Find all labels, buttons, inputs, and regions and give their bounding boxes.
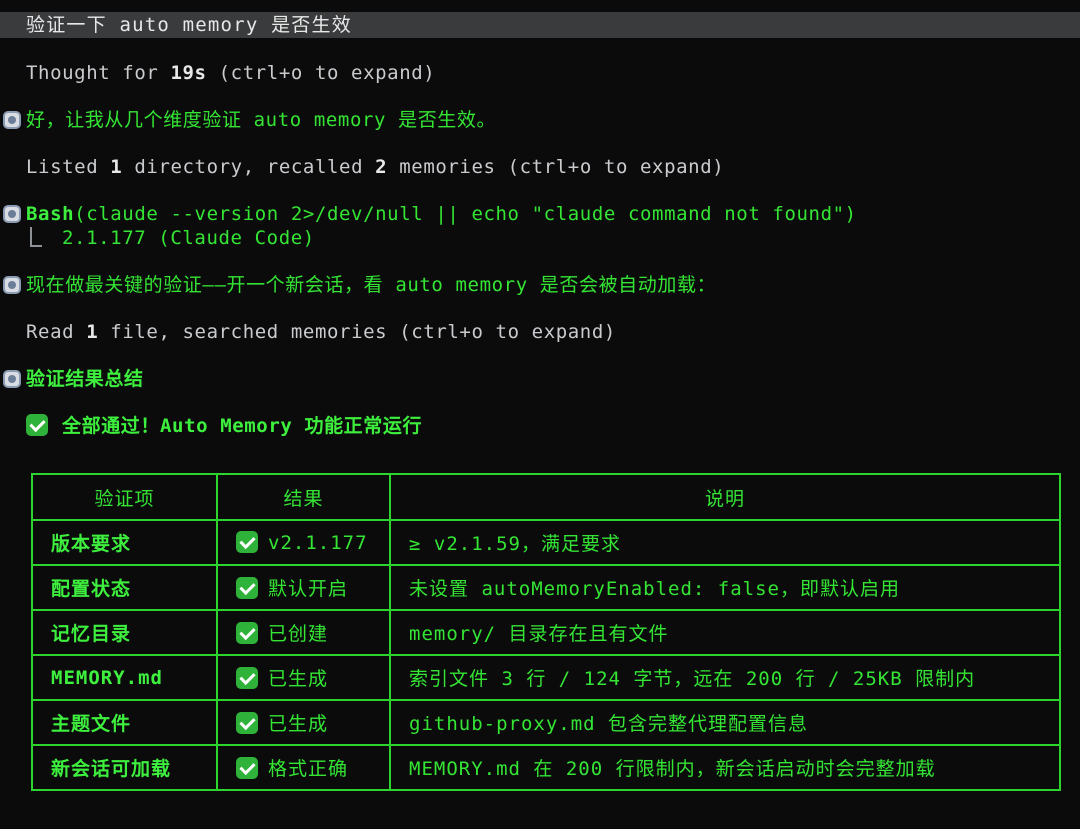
row-item: 新会话可加载 <box>31 744 218 791</box>
listed-text-1: Listed <box>26 156 111 178</box>
message-bullet-icon <box>3 111 21 129</box>
header-item: 验证项 <box>31 473 218 521</box>
thought-prefix: Thought for <box>26 62 171 84</box>
summary-title: 验证结果总结 <box>26 368 144 390</box>
listed-line[interactable]: Listed 1 directory, recalled 2 memories … <box>26 153 724 181</box>
check-mark-icon <box>236 712 258 734</box>
row-description: 索引文件 3 行 / 124 字节，远在 200 行 / 25KB 限制内 <box>389 654 1061 701</box>
table-row: 版本要求 v2.1.177 ≥ v2.1.59，满足要求 <box>31 519 1061 566</box>
bash-tool-name: Bash <box>26 203 75 225</box>
listed-text-2: directory, recalled <box>122 156 376 178</box>
row-result: 格式正确 <box>216 744 391 791</box>
row-item: 配置状态 <box>31 564 218 611</box>
assistant-message-1: 好，让我从几个维度验证 auto memory 是否生效。 <box>26 109 497 131</box>
row-result-text: 默认开启 <box>268 578 349 600</box>
check-mark-icon <box>236 622 258 644</box>
row-item: 主题文件 <box>31 699 218 746</box>
row-result: v2.1.177 <box>216 519 391 566</box>
read-count-files: 1 <box>86 321 99 343</box>
tool-bullet-icon <box>3 205 21 223</box>
read-text-1: Read <box>26 321 87 343</box>
user-prompt: 验证一下 auto memory 是否生效 <box>26 14 352 36</box>
message-bullet-icon <box>3 370 21 388</box>
row-result: 已创建 <box>216 609 391 656</box>
verification-results-table: 验证项 结果 说明 版本要求 v2.1.177 ≥ v2.1.59，满足要求 配… <box>31 473 1061 791</box>
row-description: memory/ 目录存在且有文件 <box>389 609 1061 656</box>
message-bullet-icon <box>3 276 21 294</box>
table-row: 配置状态 默认开启 未设置 autoMemoryEnabled: false，即… <box>31 564 1061 611</box>
row-result-text: v2.1.177 <box>268 532 368 554</box>
listed-count-directories: 1 <box>110 156 123 178</box>
check-mark-icon <box>236 577 258 599</box>
row-result-text: 已生成 <box>268 713 329 735</box>
row-description: MEMORY.md 在 200 行限制内，新会话启动时会完整加载 <box>389 744 1061 791</box>
listed-text-3: memories (ctrl+o to expand) <box>387 156 725 178</box>
check-mark-icon <box>26 414 48 436</box>
check-mark-icon <box>236 667 258 689</box>
row-item: 记忆目录 <box>31 609 218 656</box>
check-mark-icon <box>236 757 258 779</box>
row-description: 未设置 autoMemoryEnabled: false，即默认启用 <box>389 564 1061 611</box>
thought-suffix: (ctrl+o to expand) <box>206 62 436 84</box>
row-result-text: 已创建 <box>268 623 329 645</box>
listed-count-memories: 2 <box>375 156 388 178</box>
table-row: MEMORY.md 已生成 索引文件 3 行 / 124 字节，远在 200 行… <box>31 654 1061 701</box>
output-branch-icon <box>30 227 42 247</box>
summary-headline-text: 全部通过！Auto Memory 功能正常运行 <box>62 415 423 437</box>
header-result: 结果 <box>216 473 391 521</box>
row-item: 版本要求 <box>31 519 218 566</box>
row-result: 默认开启 <box>216 564 391 611</box>
row-result: 已生成 <box>216 699 391 746</box>
table-row: 记忆目录 已创建 memory/ 目录存在且有文件 <box>31 609 1061 656</box>
header-description: 说明 <box>389 473 1061 521</box>
thought-line[interactable]: Thought for 19s (ctrl+o to expand) <box>26 59 435 87</box>
table-header-row: 验证项 结果 说明 <box>31 473 1061 521</box>
bash-command: (claude --version 2>/dev/null || echo "c… <box>74 203 857 225</box>
terminal-window: 验证一下 auto memory 是否生效 Thought for 19s (c… <box>0 0 1080 829</box>
read-text-2: file, searched memories (ctrl+o to expan… <box>98 321 616 343</box>
check-mark-icon <box>236 531 258 553</box>
row-item: MEMORY.md <box>31 654 218 701</box>
table-row: 新会话可加载 格式正确 MEMORY.md 在 200 行限制内，新会话启动时会… <box>31 744 1061 791</box>
row-description: github-proxy.md 包含完整代理配置信息 <box>389 699 1061 746</box>
read-line[interactable]: Read 1 file, searched memories (ctrl+o t… <box>26 318 616 346</box>
summary-headline: 全部通过！Auto Memory 功能正常运行 <box>26 412 422 440</box>
bash-output: 2.1.177 (Claude Code) <box>62 227 315 249</box>
row-result-text: 已生成 <box>268 668 329 690</box>
thought-duration: 19s <box>170 62 207 84</box>
row-description: ≥ v2.1.59，满足要求 <box>389 519 1061 566</box>
assistant-message-2: 现在做最关键的验证——开一个新会话，看 auto memory 是否会被自动加载… <box>26 274 717 296</box>
table-row: 主题文件 已生成 github-proxy.md 包含完整代理配置信息 <box>31 699 1061 746</box>
row-result-text: 格式正确 <box>268 758 349 780</box>
row-result: 已生成 <box>216 654 391 701</box>
